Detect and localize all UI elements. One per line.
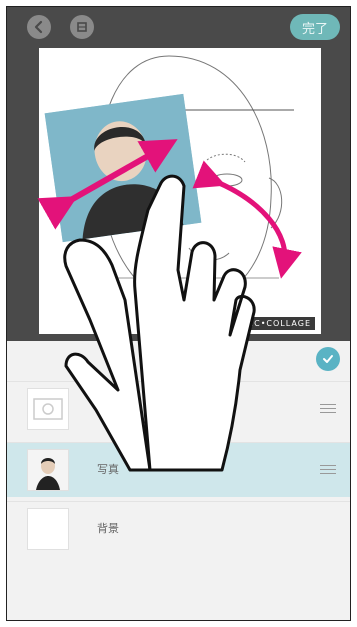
person-portrait [44,93,202,243]
layer-row-photo-2[interactable]: 写真 [7,442,350,497]
drag-handle-icon[interactable] [320,465,336,474]
portrait-photo[interactable] [44,93,202,243]
app-watermark: PIC•COLLAGE [240,317,315,330]
layer-label: 写真 [97,402,119,415]
drag-handle-icon[interactable] [320,404,336,413]
app-frame: 完了 PIC•COLLAGE 写真 写真 背景 [6,6,351,621]
back-button[interactable] [27,15,51,39]
done-button[interactable]: 完了 [290,14,340,40]
background-thumb [27,508,69,550]
layers-icon [77,22,87,32]
portrait-thumb [27,449,69,491]
collage-canvas[interactable]: PIC•COLLAGE [39,48,321,334]
layer-label: 背景 [97,522,119,535]
layer-row-photo-1[interactable]: 写真 [7,381,350,436]
layer-label: 写真 [97,463,119,476]
checkmark-icon [323,355,333,363]
layers-panel: 写真 写真 背景 [7,341,350,620]
layer-row-background[interactable]: 背景 [7,501,350,556]
top-toolbar: 完了 [7,7,350,47]
back-arrow-icon [34,20,43,34]
confirm-check-button[interactable] [316,347,340,371]
layers-button[interactable] [70,15,94,39]
photo-thumb-icon [27,388,69,430]
